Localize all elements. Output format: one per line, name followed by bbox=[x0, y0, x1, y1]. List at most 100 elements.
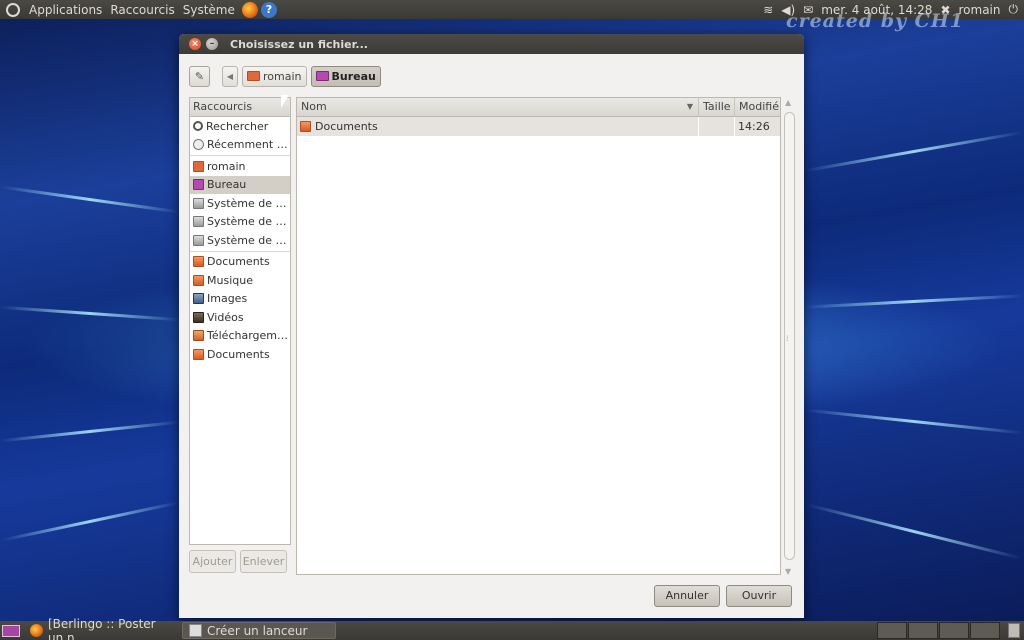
firefox-icon bbox=[30, 624, 43, 637]
path-scroll-left-button[interactable]: ◀ bbox=[222, 65, 238, 87]
place-music[interactable]: Musique bbox=[190, 271, 290, 290]
places-separator bbox=[190, 250, 290, 252]
music-folder-icon bbox=[193, 274, 204, 286]
sort-down-icon: ▼ bbox=[686, 102, 693, 111]
recent-icon bbox=[193, 139, 204, 151]
wallpaper-streak bbox=[0, 420, 180, 443]
wallpaper-streak bbox=[0, 185, 180, 214]
wallpaper-streak bbox=[804, 408, 1024, 435]
place-label: Système de … bbox=[207, 215, 287, 229]
place-documents[interactable]: Documents bbox=[190, 253, 290, 272]
home-folder-icon bbox=[247, 71, 260, 81]
ubuntu-logo-icon[interactable] bbox=[6, 2, 20, 17]
taskbar-item-firefox[interactable]: [Berlingo :: Poster un n... bbox=[24, 617, 178, 640]
add-bookmark-button[interactable]: Ajouter bbox=[189, 550, 236, 573]
place-label: Rechercher bbox=[206, 119, 269, 133]
app-icon bbox=[189, 624, 202, 637]
drive-icon bbox=[193, 197, 204, 209]
mouse-pointer-icon bbox=[281, 95, 289, 108]
place-pictures[interactable]: Images bbox=[190, 290, 290, 309]
type-location-button[interactable]: ✎ bbox=[189, 65, 210, 87]
scroll-up-icon[interactable]: ▲ bbox=[785, 98, 791, 107]
help-icon[interactable]: ? bbox=[260, 1, 277, 18]
place-documents-bookmark[interactable]: Documents bbox=[190, 345, 290, 364]
place-label: Téléchargem… bbox=[207, 329, 288, 343]
wallpaper-streak bbox=[0, 305, 180, 322]
menu-applications[interactable]: Applications bbox=[25, 3, 106, 17]
pencil-icon: ✎ bbox=[194, 69, 205, 83]
workspace-switcher bbox=[877, 622, 1000, 639]
search-icon bbox=[193, 121, 203, 132]
file-row[interactable]: Documents 14:26 bbox=[297, 117, 780, 136]
place-label: Documents bbox=[207, 255, 270, 269]
file-list-scrollbar[interactable]: ▲ ⁞ ▼ bbox=[782, 98, 796, 576]
desktop-folder-icon bbox=[193, 179, 204, 191]
menu-system[interactable]: Système bbox=[179, 3, 239, 17]
workspace-3[interactable] bbox=[939, 622, 969, 639]
file-list: Nom ▼ Taille Modifié Documents 14:26 ▲ ⁞… bbox=[296, 97, 795, 576]
breadcrumb-bureau[interactable]: Bureau bbox=[310, 65, 381, 87]
file-name: Documents bbox=[315, 120, 378, 133]
wifi-icon[interactable]: ≋ bbox=[763, 3, 773, 17]
folder-icon bbox=[300, 121, 311, 132]
column-name[interactable]: Nom ▼ bbox=[297, 98, 699, 116]
place-label: Système de … bbox=[207, 196, 287, 210]
wallpaper-streak bbox=[1, 501, 179, 542]
dialog-titlebar[interactable]: × – Choisissez un fichier... bbox=[179, 34, 804, 54]
places-sidebar: Raccourcis Rechercher Récemment … romain… bbox=[189, 97, 291, 545]
minimize-icon[interactable]: – bbox=[206, 38, 218, 50]
wallpaper-watermark: created by CH1 bbox=[786, 10, 964, 32]
videos-folder-icon bbox=[193, 311, 204, 323]
workspace-1[interactable] bbox=[877, 622, 907, 639]
column-label: Taille bbox=[703, 100, 731, 113]
taskbar-item-launcher[interactable]: Créer un lanceur bbox=[182, 622, 336, 639]
resize-grip-icon: ⁞ bbox=[786, 334, 789, 343]
home-folder-icon bbox=[193, 160, 204, 172]
place-label: romain bbox=[207, 159, 246, 173]
place-videos[interactable]: Vidéos bbox=[190, 308, 290, 327]
breadcrumb-romain[interactable]: romain bbox=[242, 65, 307, 87]
place-label: Bureau bbox=[207, 178, 247, 192]
place-label: Images bbox=[207, 292, 248, 306]
documents-folder-icon bbox=[193, 256, 204, 268]
place-filesystem-3[interactable]: Système de … bbox=[190, 231, 290, 250]
user-name[interactable]: romain bbox=[959, 3, 1001, 17]
drive-icon bbox=[193, 216, 204, 228]
place-recent[interactable]: Récemment … bbox=[190, 136, 290, 155]
file-chooser-dialog: × – Choisissez un fichier... ✎ ◀ romain … bbox=[179, 34, 804, 618]
places-buttons: Ajouter Enlever bbox=[189, 550, 287, 573]
close-icon[interactable]: × bbox=[189, 38, 201, 50]
place-label: Vidéos bbox=[207, 310, 244, 324]
workspace-2[interactable] bbox=[908, 622, 938, 639]
place-label: Musique bbox=[207, 273, 253, 287]
place-home[interactable]: romain bbox=[190, 157, 290, 176]
place-filesystem-2[interactable]: Système de … bbox=[190, 213, 290, 232]
place-desktop[interactable]: Bureau bbox=[190, 175, 290, 194]
remove-bookmark-button[interactable]: Enlever bbox=[240, 550, 287, 573]
downloads-folder-icon bbox=[193, 330, 204, 342]
place-filesystem-1[interactable]: Système de … bbox=[190, 194, 290, 213]
column-modified[interactable]: Modifié bbox=[735, 98, 780, 116]
place-downloads[interactable]: Téléchargem… bbox=[190, 327, 290, 346]
task-label: [Berlingo :: Poster un n... bbox=[48, 616, 156, 640]
show-desktop-icon[interactable] bbox=[2, 624, 20, 637]
scroll-down-icon[interactable]: ▼ bbox=[785, 567, 791, 576]
trash-icon[interactable] bbox=[1008, 623, 1020, 638]
power-icon[interactable]: ⏻ bbox=[1009, 2, 1019, 17]
places-header[interactable]: Raccourcis bbox=[190, 98, 290, 117]
path-bar: ✎ ◀ romain Bureau bbox=[189, 65, 381, 87]
place-search[interactable]: Rechercher bbox=[190, 117, 290, 136]
wallpaper-streak bbox=[806, 503, 1022, 560]
firefox-launcher-icon[interactable] bbox=[241, 1, 258, 18]
column-size[interactable]: Taille bbox=[699, 98, 735, 116]
open-button[interactable]: Ouvrir bbox=[726, 585, 792, 607]
place-label: Système de … bbox=[207, 233, 287, 247]
left-arrow-icon: ◀ bbox=[226, 71, 234, 81]
wallpaper-streak bbox=[804, 294, 1024, 309]
menu-places[interactable]: Raccourcis bbox=[106, 3, 178, 17]
workspace-4[interactable] bbox=[970, 622, 1000, 639]
column-label: Modifié bbox=[739, 100, 779, 113]
cancel-button[interactable]: Annuler bbox=[654, 585, 720, 607]
dialog-title: Choisissez un fichier... bbox=[230, 37, 368, 51]
file-name-cell: Documents bbox=[297, 117, 699, 136]
